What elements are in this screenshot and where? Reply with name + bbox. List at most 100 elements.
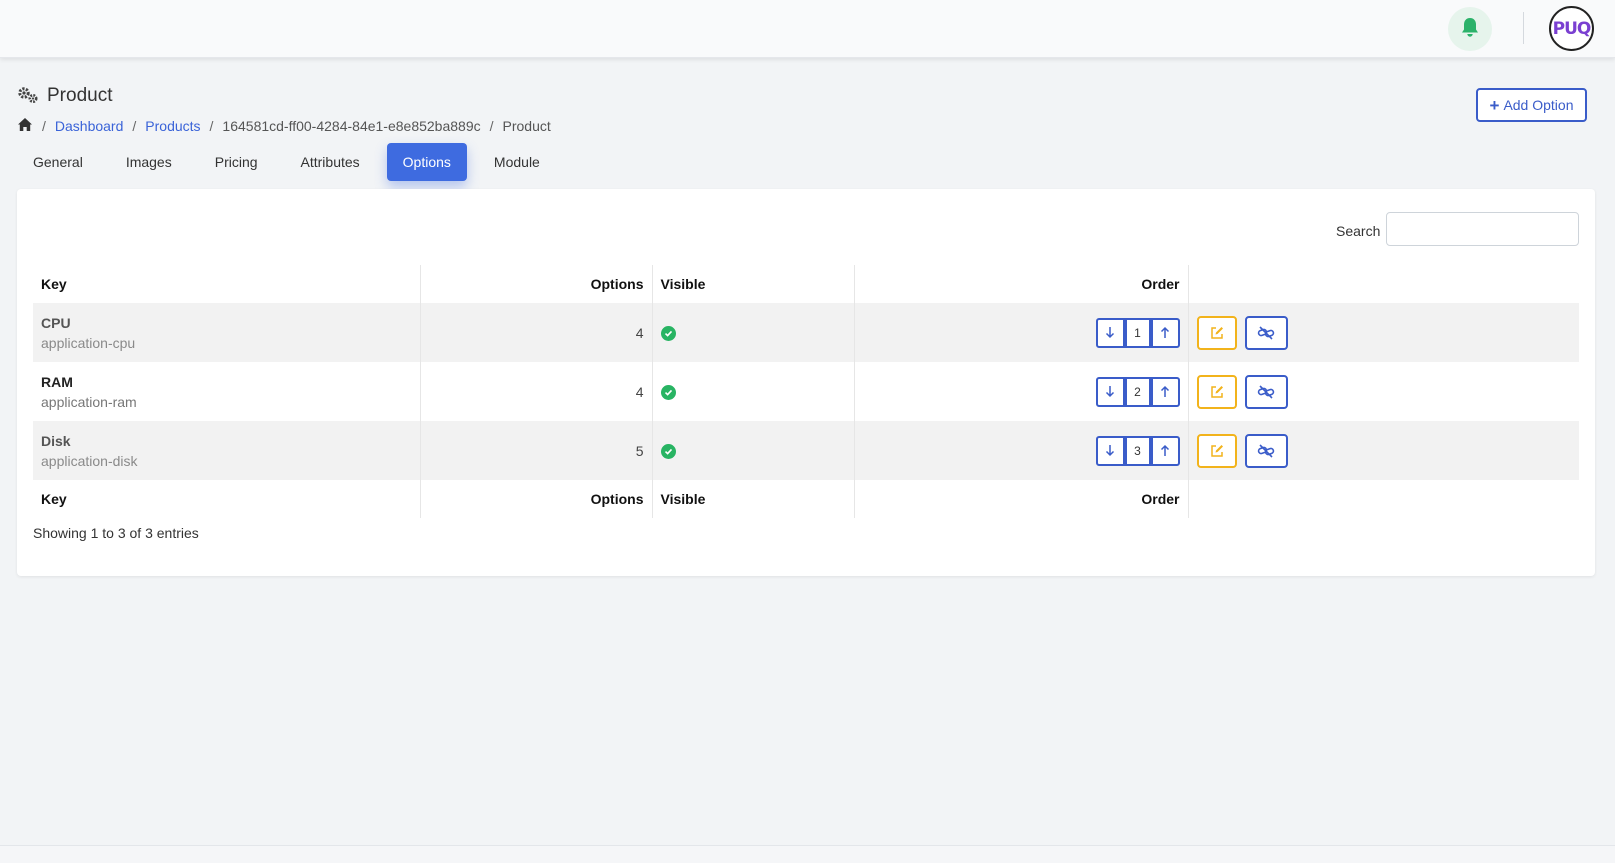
- notifications-button[interactable]: [1448, 7, 1492, 51]
- option-key-slug: application-cpu: [41, 334, 136, 351]
- order-value-box: 3: [1124, 435, 1151, 466]
- move-down-button[interactable]: [1095, 376, 1125, 407]
- breadcrumb-current: Product: [502, 118, 551, 134]
- order-cell: 3: [853, 421, 1188, 480]
- unlink-button[interactable]: [1244, 433, 1288, 468]
- top-navbar: PUQ: [0, 0, 1615, 58]
- actions-cell: [1187, 421, 1579, 480]
- table-header-row: Key Options Visible Order: [33, 265, 1579, 303]
- unlink-icon: [1257, 384, 1275, 399]
- options-count: 4: [635, 324, 644, 341]
- page-title-text: Product: [47, 85, 113, 106]
- options-card: Search Key Options Visible Order CPU app…: [17, 189, 1595, 576]
- visible-cell: [651, 303, 854, 362]
- table-row: Disk application-disk 5 3: [33, 421, 1579, 480]
- breadcrumb-products-link[interactable]: Products: [145, 118, 200, 134]
- column-footer-actions: [1187, 480, 1579, 518]
- options-count-cell: 5: [419, 421, 652, 480]
- column-header-actions: [1187, 265, 1579, 303]
- entries-info: Showing 1 to 3 of 3 entries: [33, 525, 199, 541]
- options-table: Key Options Visible Order CPU applicatio…: [33, 265, 1579, 518]
- order-value: 1: [1124, 319, 1151, 346]
- breadcrumb-separator: /: [209, 118, 214, 134]
- add-option-button[interactable]: + Add Option: [1476, 88, 1587, 122]
- product-tabs: General Images Pricing Attributes Option…: [17, 143, 567, 181]
- check-circle-icon: [660, 384, 676, 400]
- actions-cell: [1187, 303, 1579, 362]
- key-cell: CPU application-cpu: [33, 303, 420, 362]
- key-cell: Disk application-disk: [33, 421, 420, 480]
- edit-icon: [1210, 444, 1223, 457]
- tab-attributes[interactable]: Attributes: [285, 143, 376, 181]
- gears-icon: [17, 86, 39, 107]
- column-footer-order: Order: [853, 480, 1188, 518]
- move-up-button[interactable]: [1150, 376, 1180, 407]
- tab-general[interactable]: General: [17, 143, 99, 181]
- option-key-name: Disk: [41, 432, 71, 449]
- order-control: 3: [1095, 435, 1180, 466]
- arrow-up-icon: [1160, 385, 1170, 397]
- column-header-options[interactable]: Options: [419, 265, 652, 303]
- page-footer: [0, 845, 1615, 863]
- breadcrumb-separator: /: [42, 118, 46, 134]
- table-footer-row: Key Options Visible Order: [33, 480, 1579, 518]
- search-input[interactable]: [1386, 212, 1579, 246]
- arrow-up-icon: [1160, 326, 1170, 338]
- breadcrumb-separator: /: [489, 118, 494, 134]
- edit-button[interactable]: [1196, 374, 1237, 409]
- column-header-order[interactable]: Order: [853, 265, 1188, 303]
- edit-button[interactable]: [1196, 433, 1237, 468]
- options-count: 5: [635, 442, 644, 459]
- column-footer-visible: Visible: [651, 480, 854, 518]
- options-count: 4: [635, 383, 644, 400]
- check-circle-icon: [660, 325, 676, 341]
- home-icon[interactable]: [17, 117, 33, 135]
- table-row: RAM application-ram 4 2: [33, 362, 1579, 421]
- order-value-box: 2: [1124, 376, 1151, 407]
- tab-options[interactable]: Options: [386, 143, 467, 181]
- arrow-up-icon: [1160, 444, 1170, 456]
- move-up-button[interactable]: [1150, 317, 1180, 348]
- tab-pricing[interactable]: Pricing: [199, 143, 274, 181]
- visible-cell: [651, 362, 854, 421]
- option-key-slug: application-disk: [41, 452, 138, 469]
- order-value-box: 1: [1124, 317, 1151, 348]
- table-row: CPU application-cpu 4 1: [33, 303, 1579, 362]
- page-title: Product: [17, 84, 112, 108]
- breadcrumb-separator: /: [132, 118, 137, 134]
- tab-module[interactable]: Module: [478, 143, 556, 181]
- options-count-cell: 4: [419, 362, 652, 421]
- breadcrumb-dashboard-link[interactable]: Dashboard: [55, 118, 124, 134]
- column-header-visible[interactable]: Visible: [651, 265, 854, 303]
- unlink-button[interactable]: [1244, 374, 1288, 409]
- breadcrumb-product-id: 164581cd-ff00-4284-84e1-e8e852ba889c: [222, 118, 481, 134]
- options-count-cell: 4: [419, 303, 652, 362]
- edit-icon: [1210, 385, 1223, 398]
- move-down-button[interactable]: [1095, 317, 1125, 348]
- add-option-label: Add Option: [1503, 97, 1574, 113]
- user-avatar[interactable]: PUQ: [1549, 6, 1594, 51]
- topbar-divider: [1523, 12, 1524, 44]
- column-footer-key: Key: [41, 491, 67, 507]
- check-circle-icon: [660, 443, 676, 459]
- arrow-down-icon: [1105, 327, 1115, 339]
- arrow-down-icon: [1105, 445, 1115, 457]
- unlink-button[interactable]: [1244, 315, 1288, 350]
- tab-images[interactable]: Images: [110, 143, 188, 181]
- move-down-button[interactable]: [1095, 435, 1125, 466]
- key-cell: RAM application-ram: [33, 362, 420, 421]
- edit-button[interactable]: [1196, 315, 1237, 350]
- option-key-name: CPU: [41, 314, 71, 331]
- column-footer-options: Options: [419, 480, 652, 518]
- column-header-key[interactable]: Key: [33, 265, 420, 303]
- order-control: 1: [1095, 317, 1180, 348]
- plus-icon: +: [1489, 95, 1500, 115]
- visible-cell: [651, 421, 854, 480]
- search-label: Search: [1336, 223, 1381, 239]
- unlink-icon: [1257, 325, 1275, 340]
- move-up-button[interactable]: [1150, 435, 1180, 466]
- edit-icon: [1210, 326, 1223, 339]
- option-key-slug: application-ram: [41, 393, 137, 410]
- option-key-name: RAM: [41, 373, 73, 390]
- breadcrumb: / Dashboard / Products / 164581cd-ff00-4…: [17, 116, 551, 136]
